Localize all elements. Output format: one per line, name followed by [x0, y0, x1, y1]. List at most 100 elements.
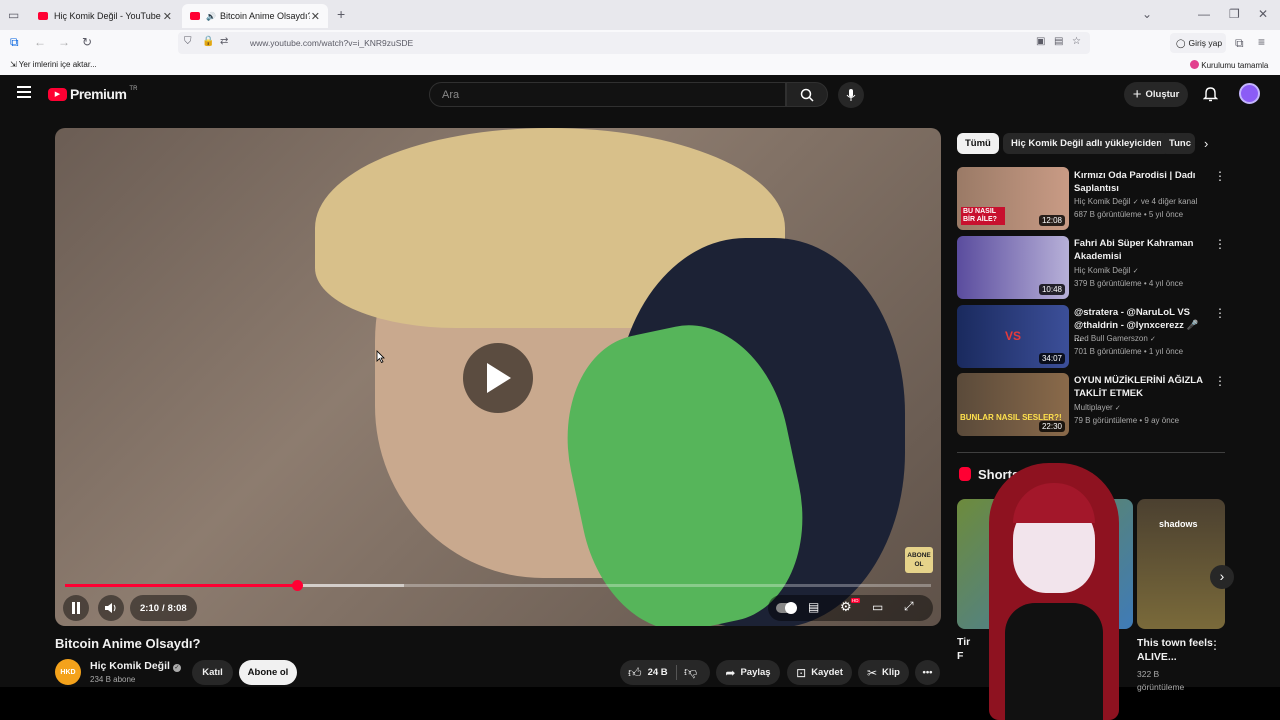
reload-icon[interactable]: ↻ [82, 35, 92, 49]
bookmark-star-icon[interactable]: ☆ [1072, 36, 1081, 47]
chip-label: Tümü [965, 138, 991, 149]
short-title[interactable]: This town feels ALIVE... [1137, 636, 1217, 664]
close-window-icon[interactable]: ✕ [1258, 7, 1268, 21]
rec-more-icon[interactable]: ⋮ [1214, 169, 1226, 183]
rec-title[interactable]: OYUN MÜZİKLERİNİ AĞIZLA TAKLİT ETMEK [1074, 374, 1204, 400]
signin-button[interactable]: ◯ Giriş yap [1170, 33, 1226, 53]
import-bookmarks-link[interactable]: ⇲ Yer imlerini içe aktar... [10, 60, 97, 69]
rec-title[interactable]: Kırmızı Oda Parodisi | Dadı Saplantısı [1074, 169, 1204, 195]
rec-more-icon[interactable]: ⋮ [1214, 237, 1226, 251]
play-overlay-button[interactable] [463, 343, 533, 413]
tab-bitcoin-anime[interactable]: 🔊 Bitcoin Anime Olsaydı? - Yo ✕ [182, 4, 328, 28]
picture-in-picture-icon[interactable]: ▣ [1036, 36, 1045, 47]
verified-icon: ✓ [1132, 199, 1139, 206]
close-tab-icon[interactable]: ✕ [311, 10, 320, 23]
chip-tunc[interactable]: Tunc [1161, 133, 1195, 154]
tab-list-icon[interactable]: ▭ [8, 8, 19, 22]
total-time: 8:08 [167, 602, 187, 614]
rec-more-icon[interactable]: ⋮ [1214, 374, 1226, 388]
lock-icon[interactable]: 🔒 [202, 36, 214, 47]
reader-view-icon[interactable]: ▤ [1054, 36, 1063, 47]
subtitles-icon[interactable]: ▤ [808, 600, 819, 614]
chip-from-uploader[interactable]: Hiç Komik Değil adlı yükleyiciden [1003, 133, 1170, 154]
progress-bar[interactable] [65, 580, 931, 591]
chip-all[interactable]: Tümü [957, 133, 999, 154]
subscribe-button[interactable]: Abone ol [239, 660, 297, 685]
save-button[interactable]: ⊡ Kaydet [787, 660, 852, 685]
dislike-icon[interactable]: 👎︎ [684, 664, 697, 680]
account-avatar[interactable] [1239, 83, 1260, 104]
maximize-icon[interactable]: ❐ [1229, 7, 1240, 21]
close-tab-icon[interactable]: ✕ [163, 10, 172, 23]
tab-overflow-chevron-icon[interactable]: ⌄ [1142, 7, 1152, 21]
autoplay-toggle[interactable] [776, 602, 797, 614]
save-bookmark-icon: ⊡ [796, 665, 807, 680]
guide-menu-icon[interactable] [17, 86, 31, 98]
short-title[interactable]: Tir [957, 636, 970, 648]
thumbnail-caption: BU NASIL BİR AİLE? [961, 207, 1005, 225]
tab-hic-komik-degil[interactable]: Hiç Komik Değil - YouTube ✕ [30, 4, 180, 28]
like-count[interactable]: 24 B [648, 667, 668, 678]
subscribe-watermark[interactable]: ABONE OL [905, 547, 933, 573]
fullscreen-icon[interactable]: ⤢ [904, 599, 914, 614]
like-dislike-group: 👍︎ 24 B 👎︎ [620, 660, 710, 685]
more-actions-button[interactable]: ••• [915, 660, 940, 685]
duration-badge: 22:30 [1038, 421, 1065, 432]
youtube-premium-logo[interactable]: ▶ Premium TR [48, 86, 137, 102]
chips-next-chevron-icon[interactable]: › [1204, 136, 1208, 151]
create-button[interactable]: + Oluştur [1124, 82, 1188, 107]
menu-icon[interactable]: ≡ [1258, 35, 1265, 49]
back-icon[interactable]: ← [34, 35, 46, 49]
short-more-icon[interactable]: ⋮ [1209, 638, 1221, 652]
rec-channel-name: Multiplayer [1074, 403, 1113, 412]
channel-avatar-text: HKD [60, 668, 76, 676]
mouse-cursor-icon [376, 350, 385, 363]
verified-icon: ✓ [1114, 405, 1121, 412]
rec-thumbnail[interactable]: VS 34:07 [957, 305, 1069, 368]
voice-search-button[interactable] [838, 82, 864, 108]
rec-channel-name: Hiç Komik Değil [1074, 266, 1131, 275]
shield-icon[interactable]: ⛉ [184, 36, 192, 47]
rec-more-icon[interactable]: ⋮ [1214, 306, 1226, 320]
short-thumbnail[interactable]: shadows [1137, 499, 1225, 629]
clip-button[interactable]: ✂ Klip [858, 660, 909, 685]
rec-channel-extra: ve 4 diğer kanal [1140, 197, 1198, 206]
youtube-play-logo-icon: ▶ [48, 87, 67, 101]
rec-thumbnail[interactable]: 10:48 [957, 236, 1069, 299]
settings-gear-icon[interactable]: ⚙ [840, 599, 852, 615]
channel-name-link[interactable]: Hiç Komik Değil ✓ [90, 660, 181, 672]
extensions-icon[interactable]: ⧉ [1235, 36, 1244, 51]
save-label: Kaydet [811, 667, 843, 678]
permissions-icon[interactable]: ⇄ [220, 36, 228, 47]
subscriber-count: 234 B abone [90, 675, 136, 684]
minimize-icon[interactable]: — [1198, 7, 1210, 21]
join-button[interactable]: Katıl [192, 660, 233, 685]
forward-icon[interactable]: → [58, 35, 70, 49]
scrubber-handle[interactable] [292, 580, 304, 591]
rec-thumbnail[interactable]: BU NASIL BİR AİLE? 12:08 [957, 167, 1069, 230]
pause-button[interactable] [63, 595, 89, 621]
video-title: Bitcoin Anime Olsaydı? [55, 636, 201, 651]
video-player[interactable]: ABONE OL 2:10 / 8:08 ▤ ⚙ HD ▭ ⤢ [55, 128, 941, 626]
rec-title[interactable]: Fahri Abi Süper Kahraman Akademisi [1074, 237, 1204, 263]
volume-icon [105, 603, 116, 613]
like-icon[interactable]: 👍︎ [628, 665, 642, 681]
complete-setup-link[interactable]: Kurulumu tamamla [1190, 60, 1268, 70]
audio-playing-icon[interactable]: 🔊 [206, 12, 216, 21]
url-input[interactable]: ⛉ 🔒 ⇄ www.youtube.com/watch?v=i_KNR9zuSD… [178, 32, 1090, 54]
share-button[interactable]: ➦ Paylaş [716, 660, 780, 685]
search-input[interactable]: Ara [429, 82, 786, 107]
new-tab-icon[interactable]: + [337, 6, 345, 22]
import-label: Yer imlerini içe aktar... [18, 60, 97, 69]
search-button[interactable] [786, 82, 828, 107]
channel-avatar[interactable]: HKD [55, 659, 81, 685]
theater-mode-icon[interactable]: ▭ [872, 600, 883, 614]
sidebar-icon[interactable]: ⧉ [10, 35, 19, 50]
volume-button[interactable] [98, 595, 124, 621]
create-label: Oluştur [1145, 89, 1180, 100]
notifications-bell-icon[interactable] [1203, 86, 1218, 102]
rec-thumbnail[interactable]: BUNLAR NASIL SESLER?! 22:30 [957, 373, 1069, 436]
more-horizontal-icon: ••• [922, 667, 933, 678]
search-icon [800, 88, 814, 102]
shorts-next-chevron-icon[interactable]: › [1210, 565, 1234, 589]
